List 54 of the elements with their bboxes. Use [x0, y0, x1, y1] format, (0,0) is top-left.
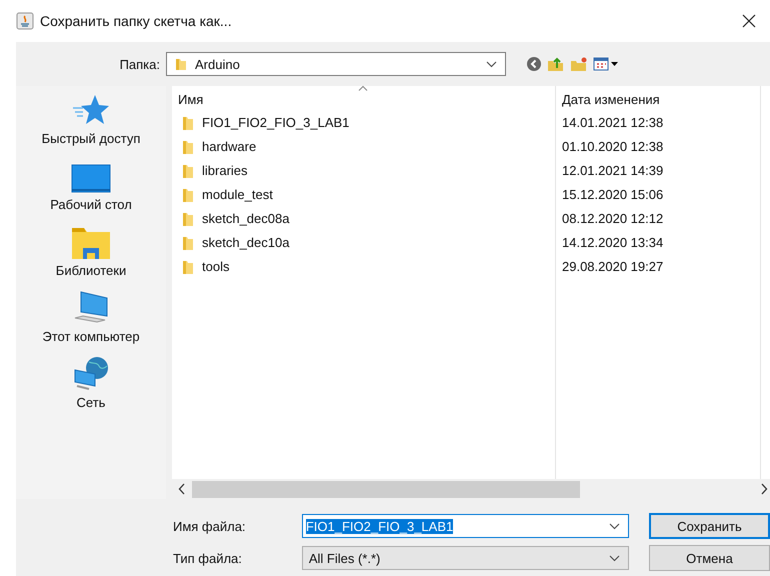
chevron-icon: [608, 522, 620, 530]
app-icon: [16, 12, 34, 30]
folder-icon: [182, 187, 194, 203]
window-title: Сохранить папку скетча как...: [40, 13, 233, 29]
modified-date: 01.10.2020 12:38: [562, 139, 664, 154]
file-name-field[interactable]: FIO1_FIO2_FIO_3_LAB1: [302, 514, 629, 538]
file-name[interactable]: sketch_dec08a: [202, 211, 290, 226]
place-item[interactable]: Быстрый доступ: [42, 92, 140, 146]
up-folder-icon[interactable]: [547, 56, 565, 72]
folder-icon: [175, 57, 187, 71]
scroll-thumb[interactable]: [192, 480, 580, 498]
horizontal-scrollbar[interactable]: [172, 479, 770, 499]
chevron-icon: [486, 60, 497, 68]
column-header[interactable]: Дата изменения: [555, 86, 760, 110]
file-name[interactable]: hardware: [202, 139, 256, 154]
scroll-left-icon[interactable]: [178, 483, 186, 495]
new-folder-icon[interactable]: [570, 56, 588, 72]
folder-icon: [182, 139, 194, 155]
save-button[interactable]: Сохранить: [648, 513, 770, 539]
place-item[interactable]: Библиотеки: [56, 224, 126, 278]
folder-icon: [182, 211, 194, 227]
file-name[interactable]: module_test: [202, 187, 273, 202]
folder-label: Папка:: [118, 56, 161, 72]
file-name[interactable]: libraries: [202, 163, 248, 178]
cancel-button[interactable]: Отмена: [648, 545, 770, 571]
file-name[interactable]: sketch_dec10a: [202, 235, 290, 250]
file-name[interactable]: FIO1_FIO2_FIO_3_LAB1: [202, 115, 350, 130]
desktop-icon: [70, 164, 111, 194]
file-type-label: Тип файла:: [172, 550, 243, 566]
sort-caret-icon: [358, 85, 368, 91]
folder-dropdown[interactable]: Arduino: [166, 52, 506, 76]
modified-date: 14.12.2020 13:34: [562, 235, 664, 250]
file-name-label: Имя файла:: [172, 518, 247, 534]
folder-icon: [182, 115, 194, 131]
close-icon[interactable]: [742, 14, 756, 28]
column-header[interactable]: Имя: [172, 86, 555, 110]
place-item[interactable]: Этот компьютер: [42, 290, 140, 344]
modified-date: 08.12.2020 12:12: [562, 211, 664, 226]
back-icon[interactable]: [526, 56, 542, 72]
folder-icon: [182, 235, 194, 251]
folder-icon: [71, 226, 111, 260]
file-type-dropdown[interactable]: All Files (*.*): [302, 546, 629, 570]
folder-icon: [182, 259, 194, 275]
folder-icon: [182, 163, 194, 179]
chevron-icon: [608, 554, 620, 562]
place-item[interactable]: Рабочий стол: [50, 158, 132, 212]
modified-date: 12.01.2021 14:39: [562, 163, 664, 178]
modified-date: 15.12.2020 15:06: [562, 187, 664, 202]
modified-date: 29.08.2020 19:27: [562, 259, 664, 274]
scroll-right-icon[interactable]: [760, 483, 768, 495]
file-name[interactable]: tools: [202, 259, 230, 274]
place-item[interactable]: Сеть: [71, 356, 111, 410]
modified-date: 14.01.2021 12:38: [562, 115, 664, 130]
view-menu-icon[interactable]: [593, 57, 619, 71]
